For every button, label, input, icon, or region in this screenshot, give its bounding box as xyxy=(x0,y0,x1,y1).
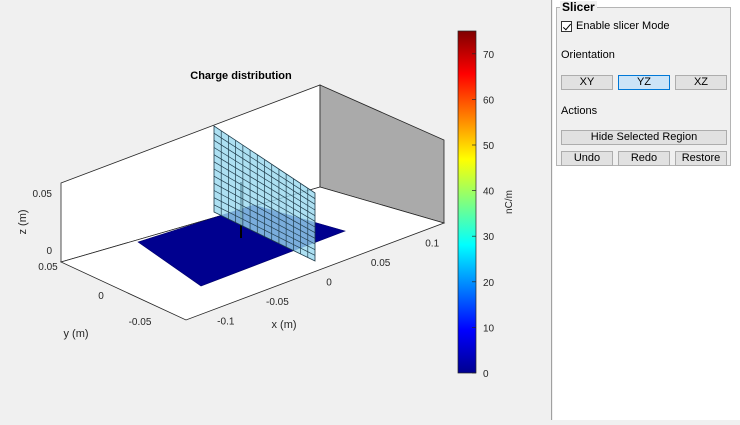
enable-slicer-label: Enable slicer Mode xyxy=(576,20,670,32)
colorbar-tick-label: 10 xyxy=(483,323,495,334)
orientation-yz-button[interactable]: YZ xyxy=(618,75,670,90)
restore-button[interactable]: Restore xyxy=(675,151,727,166)
orientation-label: Orientation xyxy=(561,49,615,61)
colorbar-tick-label: 60 xyxy=(483,95,495,106)
y-tick-label: 0.05 xyxy=(38,262,58,273)
x-tick-label: 0.1 xyxy=(425,239,439,250)
y-tick-label: 0 xyxy=(98,291,104,302)
colorbar-label: nC/m xyxy=(504,190,515,214)
x-tick-label: 0.05 xyxy=(371,258,391,269)
panel-divider[interactable] xyxy=(551,0,552,420)
undo-button[interactable]: Undo xyxy=(561,151,613,166)
x-tick-label: -0.1 xyxy=(217,316,235,327)
chart-title: Charge distribution xyxy=(190,70,292,82)
enable-slicer-checkbox[interactable] xyxy=(561,20,572,32)
plot-svg: -0.1-0.0500.050.1 0.050-0.05 00.05 Charg… xyxy=(17,30,515,380)
colorbar-tick-label: 70 xyxy=(483,50,495,61)
slicer-title: Slicer xyxy=(560,0,597,14)
x-tick-label: 0 xyxy=(326,278,332,289)
z-tick-label: 0 xyxy=(46,246,52,257)
actions-label: Actions xyxy=(561,105,598,117)
orientation-xy-button[interactable]: XY xyxy=(561,75,613,90)
slicer-panel: Slicer Enable slicer Mode Orientation XY… xyxy=(556,1,731,166)
colorbar-tick-label: 50 xyxy=(483,141,495,152)
y-axis-label: y (m) xyxy=(63,328,88,340)
enable-slicer-row[interactable]: Enable slicer Mode xyxy=(561,20,670,32)
redo-button[interactable]: Redo xyxy=(618,151,670,166)
colorbar-tick-label: 20 xyxy=(483,278,495,289)
colorbar-tick-label: 30 xyxy=(483,232,495,243)
colorbar-tick-label: 0 xyxy=(483,369,489,380)
hide-selected-region-button[interactable]: Hide Selected Region xyxy=(561,130,727,145)
y-tick-label: -0.05 xyxy=(129,317,152,328)
plot-area[interactable]: -0.1 -0.05 0 0.05 0.1 0.05 0 -0.05 0 0.05 Charg… xyxy=(0,0,552,420)
z-axis-label: z (m) xyxy=(17,209,29,234)
z-tick-labels: 00.05 xyxy=(33,189,53,257)
colorbar-tick-label: 40 xyxy=(483,187,495,198)
orientation-xz-button[interactable]: XZ xyxy=(675,75,727,90)
x-axis-label: x (m) xyxy=(271,319,296,331)
x-tick-label: -0.05 xyxy=(266,297,289,308)
z-tick-label: 0.05 xyxy=(33,189,53,200)
colorbar[interactable] xyxy=(457,30,477,374)
